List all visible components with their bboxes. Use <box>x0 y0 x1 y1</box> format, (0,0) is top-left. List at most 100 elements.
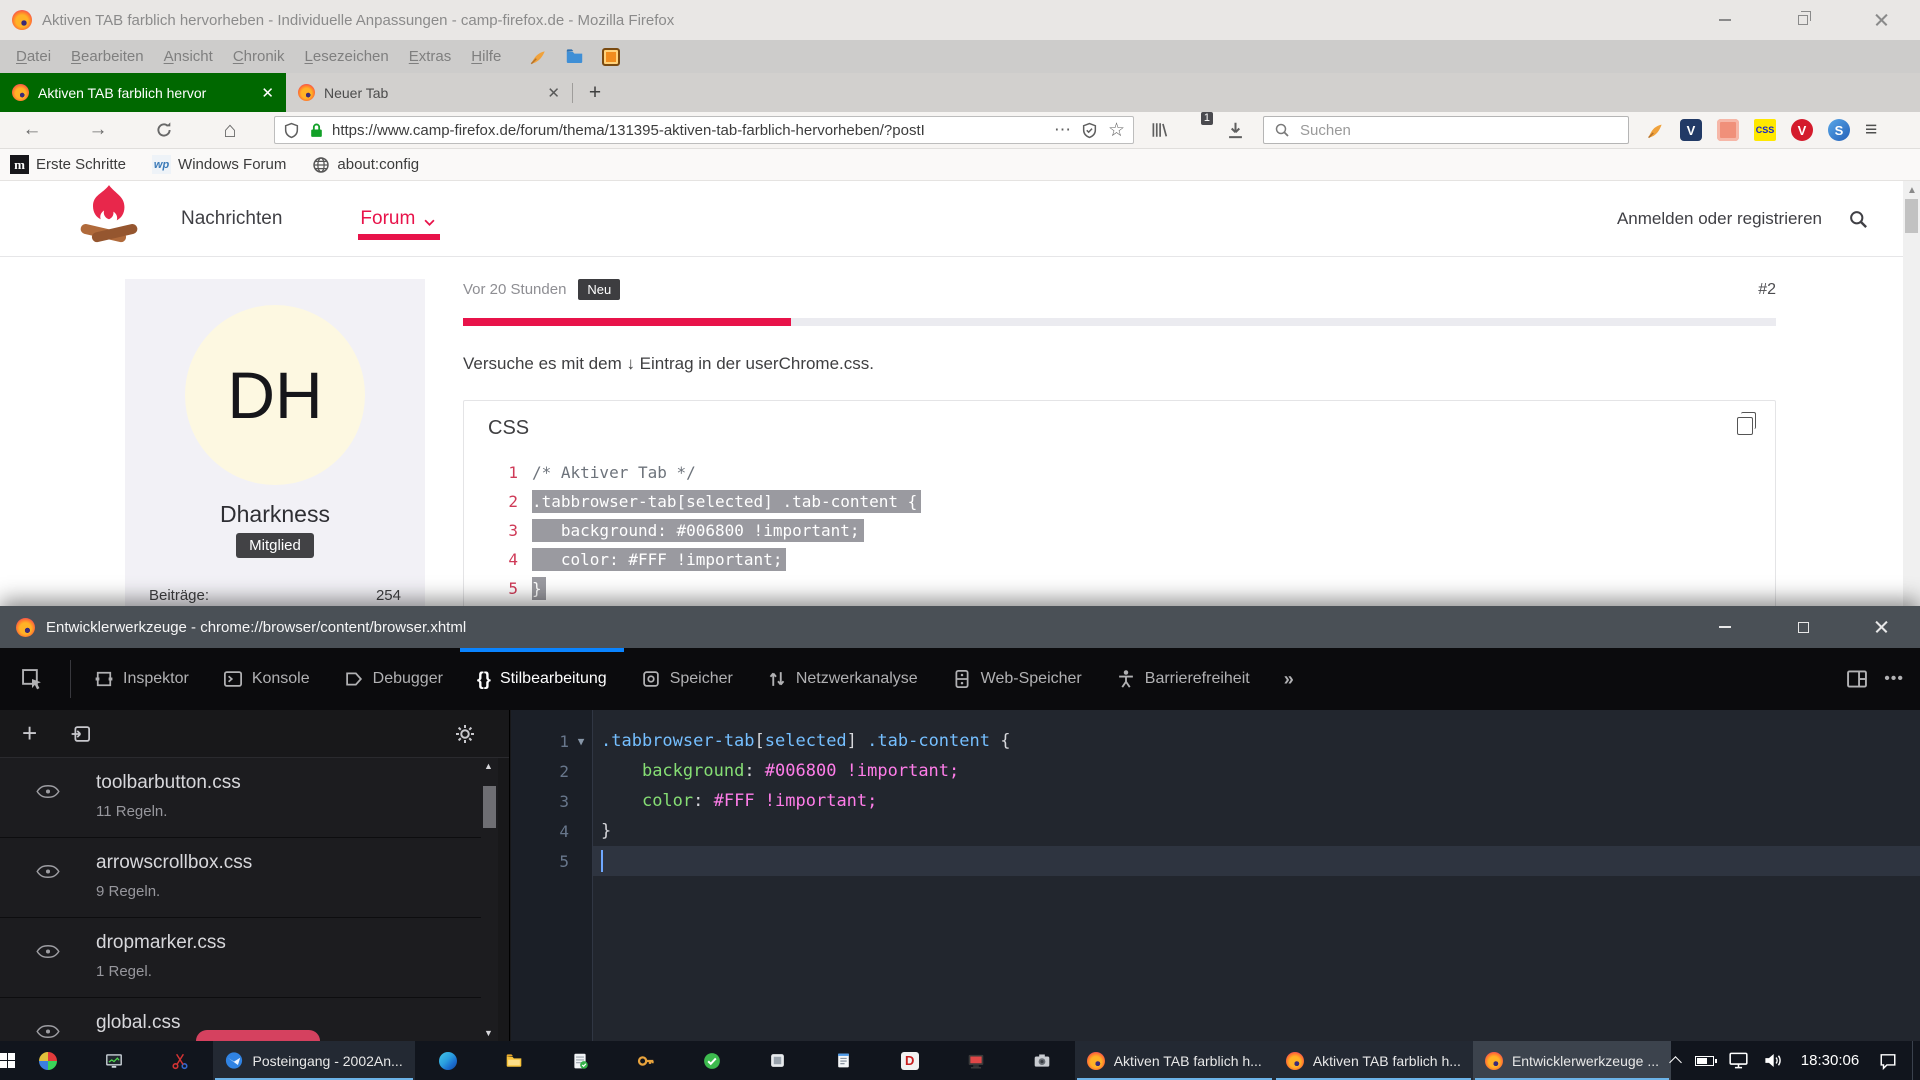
messenger-icon[interactable] <box>602 48 620 66</box>
app-d[interactable]: D <box>877 1041 943 1080</box>
devtools-tab-barrierefreiheit[interactable]: Barrierefreiheit <box>1099 648 1267 710</box>
editor-line[interactable]: 5 <box>511 846 1920 876</box>
devtools-tab-debugger[interactable]: Debugger <box>327 648 460 710</box>
bookmark-star-icon[interactable]: ☆ <box>1108 119 1125 142</box>
back-button[interactable]: ← <box>6 115 58 145</box>
css-source-editor[interactable]: 1▼.tabbrowser-tab[selected] .tab-content… <box>511 710 1920 1041</box>
clock[interactable]: 18:30:06 <box>1797 1052 1863 1069</box>
menu-datei[interactable]: Datei <box>6 48 61 65</box>
menu-hilfe[interactable]: Hilfe <box>461 48 511 65</box>
visibility-eye-icon[interactable] <box>36 1024 60 1041</box>
site-search-icon[interactable] <box>1848 209 1868 229</box>
username[interactable]: Dharkness <box>125 501 425 528</box>
bookmark-about-config[interactable]: about:config <box>312 156 419 174</box>
app-box[interactable] <box>745 1041 811 1080</box>
menu-extras[interactable]: Extras <box>399 48 462 65</box>
new-stylesheet-icon[interactable]: + <box>22 718 37 749</box>
tab-close-icon[interactable]: ✕ <box>547 84 560 102</box>
avatar[interactable]: DH <box>185 305 365 485</box>
app-doc-green[interactable] <box>547 1041 613 1080</box>
app-remote-pc[interactable] <box>943 1041 1009 1080</box>
app-snipping-tool[interactable] <box>147 1041 213 1080</box>
ublock-icon[interactable]: 1 <box>1186 119 1206 141</box>
tray-expand-icon[interactable] <box>1671 1054 1680 1067</box>
visibility-eye-icon[interactable] <box>36 864 60 884</box>
downloads-icon[interactable] <box>1226 121 1245 140</box>
s-circle-extension[interactable]: S <box>1828 119 1850 141</box>
library-icon[interactable] <box>1150 121 1168 139</box>
editor-line[interactable]: 2 background: #006800 !important; <box>511 756 1920 786</box>
scrollbar-thumb[interactable] <box>1905 199 1918 233</box>
post-timestamp[interactable]: Vor 20 Stunden <box>463 281 566 298</box>
nav-item-nachrichten[interactable]: Nachrichten <box>181 208 282 230</box>
fold-arrow-icon[interactable]: ▼ <box>569 735 593 748</box>
bookmark-erste-schritte[interactable]: mErste Schritte <box>10 155 126 174</box>
import-stylesheet-icon[interactable] <box>71 724 91 744</box>
menu-lesezeichen[interactable]: Lesezeichen <box>295 48 399 65</box>
app-file-explorer[interactable] <box>481 1041 547 1080</box>
start-button[interactable] <box>0 1041 15 1080</box>
v-circle-extension[interactable]: V <box>1791 119 1813 141</box>
devtools-tab-stilbearbeitung[interactable]: {}Stilbearbeitung <box>460 648 624 710</box>
new-tab-button[interactable]: + <box>573 73 617 112</box>
code-lines[interactable]: 1/* Aktiver Tab */2.tabbrowser-tab[selec… <box>488 458 1751 603</box>
page-actions-icon[interactable]: ⋯ <box>1054 120 1071 140</box>
browser-tab-active[interactable]: Aktiven TAB farblich hervor ✕ <box>0 73 286 112</box>
maximize-button[interactable] <box>1764 606 1842 648</box>
restore-button[interactable] <box>1764 0 1842 40</box>
minimize-button[interactable] <box>1686 606 1764 648</box>
show-desktop-button[interactable] <box>1912 1041 1920 1080</box>
devtools-tab-speicher[interactable]: Speicher <box>624 648 750 710</box>
quill-extension[interactable] <box>1643 119 1665 141</box>
quill-icon[interactable] <box>529 48 547 66</box>
search-input[interactable] <box>1300 122 1618 139</box>
stylesheet-scrollbar[interactable]: ▲ ▼ <box>481 758 498 1041</box>
page-scrollbar[interactable]: ▲ <box>1903 181 1920 606</box>
scroll-up-icon[interactable]: ▲ <box>1907 185 1917 196</box>
app-keepass[interactable] <box>613 1041 679 1080</box>
stylesheet-item-arrowscrollbox.css[interactable]: arrowscrollbox.css9 Regeln. <box>0 838 482 918</box>
home-button[interactable]: ⌂ <box>204 115 256 145</box>
minimize-button[interactable] <box>1686 0 1764 40</box>
app-pinwheel[interactable] <box>15 1041 81 1080</box>
forward-button[interactable]: → <box>72 115 124 145</box>
scroll-extension[interactable] <box>1717 119 1739 141</box>
app-edge[interactable] <box>415 1041 481 1080</box>
devtools-tab-more[interactable]: » <box>1267 648 1320 710</box>
app-firefox-window-2[interactable]: Aktiven TAB farblich h... <box>1274 1041 1473 1080</box>
action-center-icon[interactable] <box>1879 1052 1897 1070</box>
menu-chronik[interactable]: Chronik <box>223 48 295 65</box>
v-square-extension[interactable]: V <box>1680 119 1702 141</box>
folder-icon[interactable] <box>565 47 584 66</box>
menu-ansicht[interactable]: Ansicht <box>154 48 223 65</box>
editor-line[interactable]: 1▼.tabbrowser-tab[selected] .tab-content… <box>511 726 1920 756</box>
app-devtools-window[interactable]: Entwicklerwerkzeuge ... <box>1473 1041 1671 1080</box>
css-extension[interactable]: CSS <box>1754 119 1776 141</box>
devtools-tab-web-speicher[interactable]: Web-Speicher <box>935 648 1099 710</box>
search-bar[interactable] <box>1263 116 1629 144</box>
protection-check-icon[interactable] <box>1081 122 1098 139</box>
scroll-down-icon[interactable]: ▼ <box>484 1028 493 1038</box>
scroll-up-icon[interactable]: ▲ <box>484 761 493 771</box>
campfire-logo-icon[interactable] <box>75 184 143 253</box>
devtools-tab-konsole[interactable]: Konsole <box>206 648 327 710</box>
url-bar[interactable]: https://www.camp-firefox.de/forum/thema/… <box>274 116 1134 144</box>
bookmark-windows-forum[interactable]: wpWindows Forum <box>152 155 286 174</box>
login-link[interactable]: Anmelden oder registrieren <box>1617 209 1822 229</box>
tab-close-icon[interactable]: ✕ <box>261 84 274 102</box>
visibility-eye-icon[interactable] <box>36 784 60 804</box>
close-button[interactable] <box>1842 606 1920 648</box>
copy-icon[interactable] <box>1737 417 1753 435</box>
post-number[interactable]: #2 <box>1758 281 1776 299</box>
scrollbar-thumb[interactable] <box>483 786 496 828</box>
stylesheet-item-toolbarbutton.css[interactable]: toolbarbutton.css11 Regeln. <box>0 758 482 838</box>
browser-tab-new-tab[interactable]: Neuer Tab ✕ <box>286 73 572 112</box>
app-firefox-window-1[interactable]: Aktiven TAB farblich h... <box>1075 1041 1274 1080</box>
speaker-icon[interactable] <box>1763 1052 1782 1069</box>
menu-bearbeiten[interactable]: Bearbeiten <box>61 48 154 65</box>
reload-button[interactable] <box>138 115 190 145</box>
app-camera[interactable] <box>1009 1041 1075 1080</box>
pick-element-icon[interactable] <box>0 648 64 710</box>
app-thunderbird[interactable]: Posteingang - 2002An... <box>213 1041 414 1080</box>
devtools-tab-inspektor[interactable]: Inspektor <box>77 648 206 710</box>
